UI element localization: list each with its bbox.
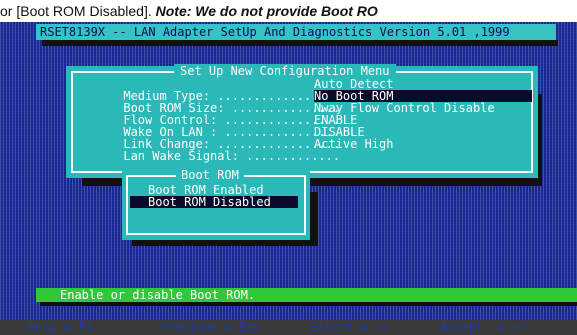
- status-bar: Enable or disable Boot ROM.: [36, 288, 577, 302]
- boot-rom-popup: Boot ROM Boot ROM Enabled Boot ROM Disab…: [122, 168, 310, 240]
- menu-row-link-change[interactable]: Link Change: ................. DISABLE: [80, 126, 364, 150]
- menu-row-lan-wake-signal[interactable]: Lan Wake Signal: ............. Active Hi…: [80, 138, 393, 162]
- menu-row-boot-rom-size[interactable]: Boot ROM Size: ............... No Boot R…: [80, 90, 532, 114]
- menu-row-wake-on-lan[interactable]: Wake On LAN : ................ ENABLE: [80, 114, 357, 138]
- caption-prefix: or [Boot ROM Disabled].: [0, 3, 152, 19]
- menu-row-label: Lan Wake Signal: .............: [123, 149, 341, 163]
- option-boot-rom-disabled[interactable]: Boot ROM Disabled: [130, 196, 298, 208]
- config-menu-title: Set Up New Configuration Menu: [174, 64, 396, 78]
- help-key-accept: Accept = ←┘: [440, 320, 527, 334]
- status-bar-shadow: [40, 302, 577, 306]
- title-bar: RSET8139X -- LAN Adapter SetUp And Diagn…: [36, 24, 556, 40]
- document-caption: or [Boot ROM Disabled]. Note: We do not …: [0, 0, 577, 22]
- title-bar-shadow: [42, 40, 558, 46]
- menu-row-medium-type[interactable]: Medium Type: ................. Auto Dete…: [80, 78, 393, 102]
- menu-row-value: Active High: [314, 137, 394, 151]
- help-key-select: Select = ↑↓: [310, 320, 390, 334]
- help-key-f1: Help = F1: [28, 320, 94, 334]
- caption-note: Note: We do not provide Boot RO: [151, 3, 378, 19]
- help-key-esc: Previous = Esc: [160, 320, 262, 334]
- dos-setup-screen: RSET8139X -- LAN Adapter SetUp And Diagn…: [0, 22, 577, 335]
- menu-row-flow-control[interactable]: Flow Control: ................ Nway Flow…: [80, 102, 494, 126]
- help-bar: Help = F1 Previous = Esc Select = ↑↓ Acc…: [0, 320, 577, 335]
- boot-rom-popup-title: Boot ROM: [176, 168, 244, 182]
- config-menu: Set Up New Configuration Menu Medium Typ…: [66, 64, 538, 178]
